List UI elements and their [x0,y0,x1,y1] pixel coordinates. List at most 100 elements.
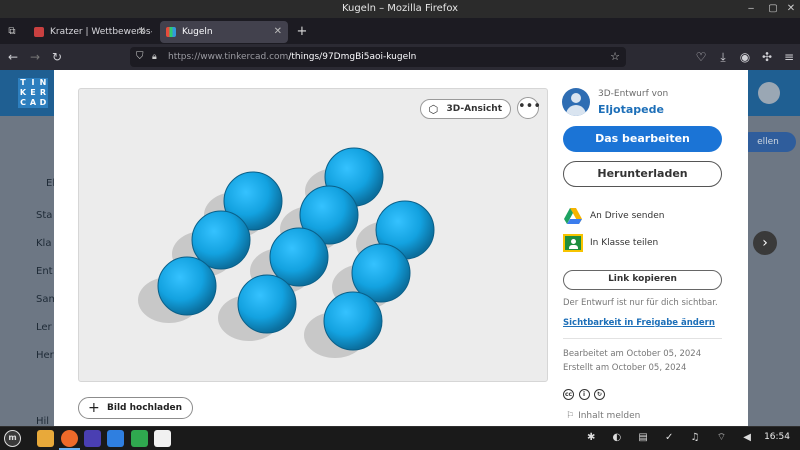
editor-icon[interactable] [131,430,148,447]
new-tab-button[interactable]: + [294,21,310,43]
app-icon[interactable] [154,430,171,447]
background-sidebar: El Sta Kla Ent Sam Ler Her Hil [0,116,58,426]
bg-sidebar-item: Her [36,350,54,361]
copy-link-button[interactable]: Link kopieren [563,270,722,290]
logo-letter: I [28,78,38,88]
reload-icon[interactable]: ↻ [48,48,66,66]
design-viewer[interactable]: ⬡ 3D-Ansicht ••• [78,88,548,382]
url-path: /things/97DmgBi5aoi-kugeln [288,52,417,62]
tab-label: Kugeln [182,27,213,37]
bg-sidebar-item: Sta [36,210,53,221]
extensions-icon[interactable]: ✣ [758,48,776,66]
logo-letter: T [18,78,28,88]
google-classroom-icon [563,234,583,252]
tinkercad-favicon-icon [166,27,176,37]
design-modal: ⬡ 3D-Ansicht ••• + Bild hochladen 3D-Ent… [54,70,748,426]
back-icon[interactable]: ← [4,48,22,66]
cube-icon: ⬡ [428,103,439,116]
attribution-icon: i [578,389,590,400]
avatar-head [571,93,581,103]
system-tray[interactable]: ✱ ◐ ▤ ✓ ♫ ⌔ ◀ [587,431,758,444]
start-menu-icon[interactable]: m [4,430,21,447]
pocket-icon[interactable]: ♡ [692,48,710,66]
taskbar: m ✱ ◐ ▤ ✓ ♫ ⌔ ◀ 16:54 [0,426,800,450]
google-drive-icon [564,208,582,224]
maximize-icon[interactable]: ▢ [766,0,780,18]
author-link[interactable]: Eljotapede [598,103,664,116]
forward-icon[interactable]: → [26,48,44,66]
change-visibility-link[interactable]: Sichtbarkeit in Freigabe ändern [563,318,715,328]
bluetooth-manager-icon[interactable] [107,430,124,447]
bg-sidebar-item: Ler [36,322,52,333]
logo-letter: C [18,98,28,108]
bookmark-star-icon[interactable]: ☆ [610,47,620,67]
favicon-icon [34,27,44,37]
tab-strip: ⧉ Kratzer | Wettbewerbs-The ✕ Kugeln ✕ + [0,18,800,44]
byline: 3D-Entwurf von [598,89,669,99]
3d-view-label: 3D-Ansicht [446,104,503,114]
next-arrow-icon[interactable]: › [753,231,777,255]
flag-icon: ⚐ [566,411,575,421]
navigation-bar: ← → ↻ ⛉ 🔒︎ https://www.tinkercad.com/thi… [0,44,800,70]
url-host: https://www.tinkercad.com [168,52,289,62]
classroom-shoulders [569,245,578,249]
tab-kratzer[interactable]: Kratzer | Wettbewerbs-The ✕ [28,21,152,43]
plus-icon: + [88,400,100,416]
close-window-icon[interactable]: ✕ [784,0,798,18]
close-tab-icon[interactable]: ✕ [274,21,282,43]
author-avatar[interactable] [562,88,590,116]
window-titlebar: Kugeln – Mozilla Firefox ‒ ▢ ✕ [0,0,800,18]
sphere [237,274,297,334]
background-right [748,116,800,426]
minimize-icon[interactable]: ‒ [744,0,758,18]
downloads-icon[interactable]: ⤓ [714,48,732,66]
account-icon[interactable]: ◉ [736,48,754,66]
bg-sidebar-item: Hil [36,416,50,426]
sphere [323,291,383,351]
logo-letter: E [28,88,38,98]
files-icon[interactable] [37,430,54,447]
bg-sidebar-item: Ent [36,266,53,277]
classroom-label: In Klasse teilen [590,238,659,248]
logo-letter: K [18,88,28,98]
created-date: Erstellt am October 05, 2024 [563,363,687,373]
lock-icon[interactable]: 🔒︎ [152,47,157,67]
logo-letter: D [38,98,48,108]
avatar-body [566,105,586,116]
license-badges[interactable]: cc i ↻ [563,386,606,400]
shield-icon[interactable]: ⛉ [136,47,144,67]
user-avatar[interactable] [758,82,780,104]
bg-edit-button: ellen [740,132,796,152]
tinkercad-logo[interactable]: T I N K E R C A D [18,78,48,108]
media-player-icon[interactable] [84,430,101,447]
tab-list-icon[interactable]: ⧉ [4,21,20,43]
upload-image-button[interactable]: + Bild hochladen [78,397,194,419]
divider [563,338,722,339]
upload-label: Bild hochladen [107,403,183,413]
edit-button[interactable]: Das bearbeiten [563,126,722,152]
bg-sidebar-item: Kla [36,238,52,249]
cc-icon: cc [563,389,574,400]
edited-date: Bearbeitet am October 05, 2024 [563,349,702,359]
report-content-link[interactable]: ⚐ Inhalt melden [566,411,640,421]
more-options-button[interactable]: ••• [517,97,541,119]
menu-icon[interactable]: ≡ [780,48,798,66]
clock[interactable]: 16:54 [764,432,790,442]
report-label: Inhalt melden [578,411,641,421]
url-bar[interactable]: ⛉ 🔒︎ https://www.tinkercad.com/things/97… [130,47,626,67]
sharealike-icon: ↻ [594,389,605,400]
firefox-icon[interactable] [61,430,78,447]
drive-label: An Drive senden [590,211,665,221]
logo-letter: N [38,78,48,88]
logo-letter: A [28,98,38,108]
spheres-render [138,147,435,358]
logo-letter: R [38,88,48,98]
3d-view-button[interactable]: ⬡ 3D-Ansicht [419,99,511,119]
tab-kugeln[interactable]: Kugeln ✕ [160,21,288,43]
sphere [157,256,217,316]
close-tab-icon[interactable]: ✕ [138,21,146,43]
download-button[interactable]: Herunterladen [563,161,722,187]
window-title: Kugeln – Mozilla Firefox [341,3,459,14]
classroom-person [571,239,576,244]
visibility-note: Der Entwurf ist nur für dich sichtbar. [563,298,718,308]
